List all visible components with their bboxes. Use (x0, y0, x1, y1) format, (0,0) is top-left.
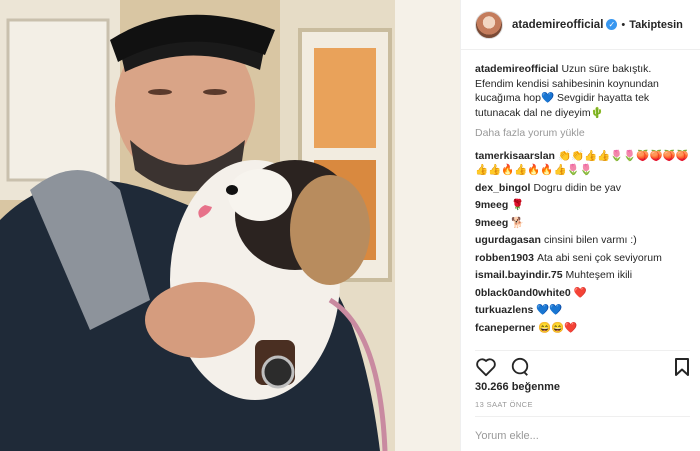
comment-text: Muhteşem ikili (565, 269, 633, 281)
heart-icon[interactable] (475, 357, 497, 377)
comment-row: ismail.bayindir.75 Muhteşem ikili (475, 268, 690, 283)
post-side-panel: atademireofficial ✓ • Takiptesin atademi… (460, 0, 700, 451)
comment-text: cinsini bilen varmı :) (543, 234, 637, 246)
verified-badge-icon: ✓ (606, 19, 618, 30)
comment-text: 🌹 (511, 199, 525, 211)
comment-username[interactable]: 9meeg (475, 217, 508, 229)
comment-row: tamerkisaarslan 👏👏👍👍🌷🌷🍑🍑🍑🍑 👍👍🔥👍🔥🔥👍🌷🌷 (475, 149, 690, 178)
comments-list[interactable]: atademireofficial Uzun süre bakıştık. Efe… (475, 62, 690, 347)
comment-text: Ata abi seni çok seviyorum (536, 251, 662, 264)
post-timestamp[interactable]: 13 SAAT ÖNCE (475, 400, 533, 409)
comment-row: 0black0and0white0 ❤️ (475, 286, 690, 301)
comment-text: 😄😄❤️ (538, 321, 578, 334)
comment-username[interactable]: tamerkisaarslan (475, 150, 555, 162)
comment-text: Dogru didin be yav (533, 181, 621, 194)
likes-count[interactable]: 30.266 beğenme (475, 381, 560, 393)
comment-row: turkuazlens 💙💙 (475, 303, 690, 318)
comment-text: 🐕 (511, 216, 525, 229)
load-more-comments-link[interactable]: Daha fazla yorum yükle (475, 126, 690, 141)
comment-username[interactable]: dex_bingol (475, 182, 530, 194)
comment-text: 💙💙 (536, 304, 563, 316)
comment-row: ugurdagasan cinsini bilen varmı :) (475, 233, 690, 248)
comment-username[interactable]: ismail.bayindir.75 (475, 269, 563, 281)
comment-username[interactable]: robben1903 (475, 252, 534, 264)
comment-username[interactable]: ugurdagasan (475, 234, 541, 246)
photo-illustration (0, 0, 460, 451)
comment-row: robben1903 Ata abi seni çok seviyorum (475, 251, 690, 266)
comment-rows: tamerkisaarslan 👏👏👍👍🌷🌷🍑🍑🍑🍑 👍👍🔥👍🔥🔥👍🌷🌷 dex_b… (475, 149, 690, 336)
comment-row: fcaneperner 😄😄❤️ (475, 321, 690, 336)
add-comment-bar (475, 416, 690, 451)
comment-row: 9meeg 🐕 (475, 216, 690, 231)
comment-username[interactable]: 0black0and0white0 (475, 287, 571, 299)
add-comment-input[interactable] (475, 430, 690, 442)
comment-username[interactable]: fcaneperner (475, 322, 535, 334)
header-separator: • (621, 18, 626, 31)
action-bar (475, 350, 690, 378)
caption: atademireofficial Uzun süre bakıştık. Efe… (475, 62, 690, 120)
comment-username[interactable]: 9meeg (475, 199, 508, 211)
following-button[interactable]: Takiptesin (629, 19, 683, 31)
caption-username[interactable]: atademireofficial (475, 63, 558, 75)
post-photo[interactable] (0, 0, 460, 451)
comment-row: dex_bingol Dogru didin be yav (475, 181, 690, 196)
comment-username[interactable]: turkuazlens (475, 304, 533, 316)
header-username[interactable]: atademireofficial (512, 19, 603, 31)
comment-text: ❤️ (573, 286, 587, 299)
avatar[interactable] (475, 10, 503, 39)
post-header: atademireofficial ✓ • Takiptesin (461, 0, 700, 50)
comment-row: 9meeg 🌹 (475, 198, 690, 213)
comment-bubble-icon[interactable] (509, 357, 531, 377)
bookmark-icon[interactable] (674, 357, 690, 377)
